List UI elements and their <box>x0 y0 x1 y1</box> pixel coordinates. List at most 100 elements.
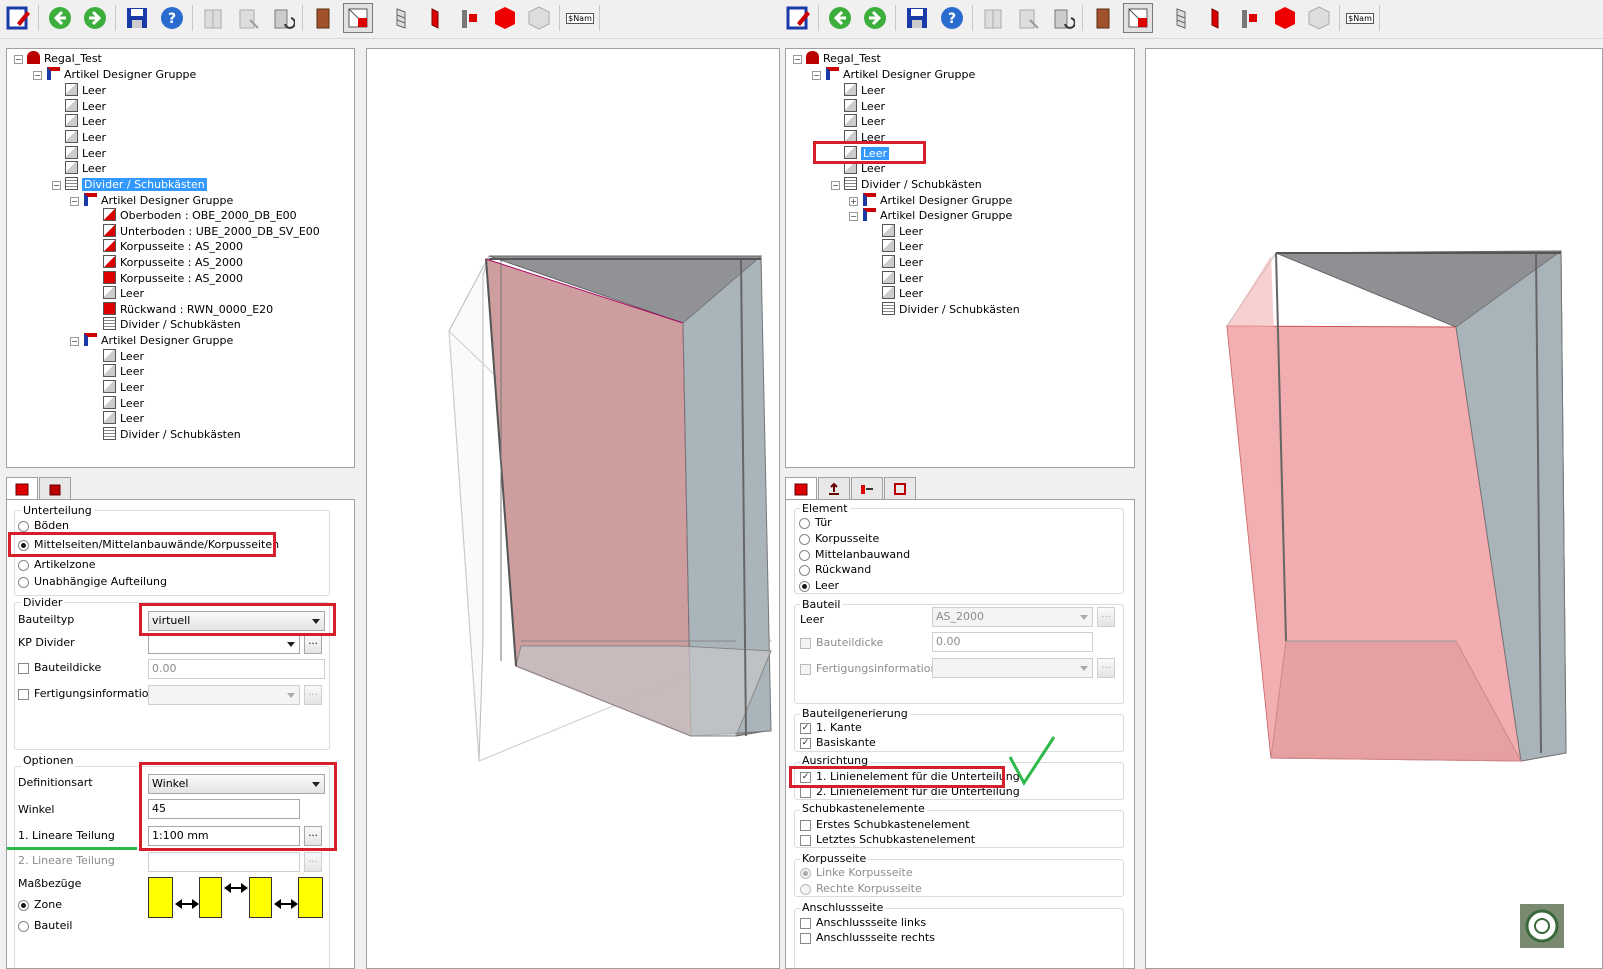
tree-item[interactable]: Oberboden : OBE_2000_DB_E00 <box>103 208 297 223</box>
red-panel-icon[interactable] <box>420 3 450 33</box>
tree-item[interactable]: Leer <box>882 255 923 270</box>
tree-expander[interactable]: − <box>70 337 79 346</box>
bauteildicke-input[interactable]: 0.00 <box>148 659 325 679</box>
kp-divider-ellipsis-button[interactable]: ... <box>304 634 322 654</box>
fertigungsinfo-select[interactable] <box>148 685 300 705</box>
bauteildicke-checkbox[interactable] <box>800 638 811 649</box>
forward-icon[interactable] <box>860 3 890 33</box>
tree-item[interactable]: Divider / Schubkästen <box>103 317 241 332</box>
tree-item[interactable]: Leer <box>65 146 106 161</box>
bauteildicke-checkbox[interactable] <box>18 663 29 674</box>
designer-icon[interactable] <box>3 3 33 33</box>
kante-1-checkbox[interactable]: ✓ <box>800 723 811 734</box>
red-cube-icon[interactable] <box>490 3 520 33</box>
cabinet-cut-icon[interactable] <box>233 3 263 33</box>
tree-group[interactable]: Artikel Designer Gruppe <box>47 67 196 82</box>
radio-tuer[interactable] <box>799 518 810 529</box>
tree-item[interactable]: Leer <box>844 99 885 114</box>
panel-pair-icon[interactable] <box>1235 3 1265 33</box>
help-icon[interactable]: ? <box>157 3 187 33</box>
radio-mittelanbauwand[interactable] <box>799 550 810 561</box>
cabinet-red-icon[interactable] <box>1123 3 1153 33</box>
tree-subgroup[interactable]: Artikel Designer Gruppe <box>84 193 233 208</box>
cabinet-grey-icon[interactable] <box>978 3 1008 33</box>
panel-pair-icon[interactable] <box>455 3 485 33</box>
tree-item[interactable]: Leer <box>103 349 144 364</box>
back-icon[interactable] <box>45 3 75 33</box>
door-icon[interactable] <box>1088 3 1118 33</box>
tree-item[interactable]: Leer <box>844 83 885 98</box>
cabinet-rotate-icon[interactable] <box>268 3 298 33</box>
tree-item[interactable]: Rückwand : RWN_0000_E20 <box>103 302 273 317</box>
tree-expander[interactable]: − <box>52 181 61 190</box>
bauteildicke-input[interactable]: 0.00 <box>932 632 1093 652</box>
tree-item[interactable]: Leer <box>65 83 106 98</box>
tree-item[interactable]: Korpusseite : AS_2000 <box>103 271 243 286</box>
tree-expander[interactable]: − <box>849 212 858 221</box>
red-panel-icon[interactable] <box>1200 3 1230 33</box>
name-button[interactable]: $Nam <box>1344 3 1376 33</box>
cabinet-red-icon[interactable] <box>343 3 373 33</box>
tree-item[interactable]: Leer <box>65 130 106 145</box>
tree-item[interactable]: Leer <box>103 286 144 301</box>
tree-item[interactable]: Leer <box>103 396 144 411</box>
tab-cabinet[interactable] <box>884 477 916 499</box>
tree-item[interactable]: Leer <box>882 271 923 286</box>
fertigungsinfo-checkbox[interactable] <box>800 664 811 675</box>
tree-item[interactable]: Leer <box>103 411 144 426</box>
tree-item[interactable]: Leer <box>103 364 144 379</box>
tab-element[interactable] <box>785 477 817 500</box>
name-button[interactable]: $Nam <box>564 3 596 33</box>
door-icon[interactable] <box>308 3 338 33</box>
tree-item[interactable]: Leer <box>103 380 144 395</box>
anschluss-rechts-checkbox[interactable] <box>800 933 811 944</box>
save-icon[interactable] <box>122 3 152 33</box>
tree-item[interactable]: Leer <box>65 114 106 129</box>
tree-item[interactable]: Divider / Schubkästen <box>882 302 1020 317</box>
tree-item[interactable]: Leer <box>882 286 923 301</box>
tree-subgroup[interactable]: Artikel Designer Gruppe <box>863 193 1012 208</box>
tree-subgroup[interactable]: Artikel Designer Gruppe <box>84 333 233 348</box>
tree-item[interactable]: Leer <box>65 161 106 176</box>
cabinet-grey-icon[interactable] <box>198 3 228 33</box>
tree-divider[interactable]: Divider / Schubkästen <box>844 177 982 192</box>
tab-element[interactable] <box>6 477 38 500</box>
3d-viewport[interactable] <box>1145 48 1603 969</box>
tree-expander[interactable]: + <box>849 197 858 206</box>
bauteil-ellipsis-button[interactable]: ... <box>1097 607 1115 627</box>
radio-rechte-korpusseite[interactable] <box>800 884 811 895</box>
forward-icon[interactable] <box>80 3 110 33</box>
radio-linke-korpusseite[interactable] <box>800 868 811 879</box>
tab-cabinet[interactable] <box>39 477 71 499</box>
letztes-schubkasten-checkbox[interactable] <box>800 835 811 846</box>
red-cube-icon[interactable] <box>1270 3 1300 33</box>
radio-bauteil[interactable] <box>18 921 29 932</box>
tree-divider-selected[interactable]: Divider / Schubkästen <box>65 177 207 192</box>
tree-item[interactable]: Leer <box>844 114 885 129</box>
lineare-teilung-2-ellipsis-button[interactable]: ... <box>304 852 322 872</box>
tree-group[interactable]: Artikel Designer Gruppe <box>826 67 975 82</box>
lineare-teilung-2-input[interactable] <box>148 852 300 872</box>
linienelement-2-checkbox[interactable] <box>800 787 811 798</box>
tree-expander[interactable]: − <box>33 71 42 80</box>
tree-item[interactable]: Unterboden : UBE_2000_DB_SV_E00 <box>103 224 320 239</box>
tree-item[interactable]: Leer <box>882 224 923 239</box>
fertigungsinfo-ellipsis-button[interactable]: ... <box>1097 658 1115 678</box>
radio-leer[interactable] <box>799 581 810 592</box>
radio-artikelzone[interactable] <box>18 560 29 571</box>
tree-subgroup[interactable]: Artikel Designer Gruppe <box>863 208 1012 223</box>
kp-divider-select[interactable] <box>148 634 300 654</box>
cabinet-cut-icon[interactable] <box>1013 3 1043 33</box>
tree-expander[interactable]: − <box>812 71 821 80</box>
radio-rueckwand[interactable] <box>799 565 810 576</box>
tree-item[interactable]: Divider / Schubkästen <box>103 427 241 442</box>
3d-viewport[interactable] <box>366 48 780 969</box>
tree-item[interactable]: Leer <box>65 99 106 114</box>
radio-unabhaengig[interactable] <box>18 577 29 588</box>
tab-position[interactable] <box>851 477 883 499</box>
designer-icon[interactable] <box>783 3 813 33</box>
tree-root[interactable]: Regal_Test <box>806 51 881 66</box>
fertigungsinfo-checkbox[interactable] <box>18 689 29 700</box>
divider-icon[interactable] <box>386 3 416 33</box>
tree-item[interactable]: Korpusseite : AS_2000 <box>103 255 243 270</box>
